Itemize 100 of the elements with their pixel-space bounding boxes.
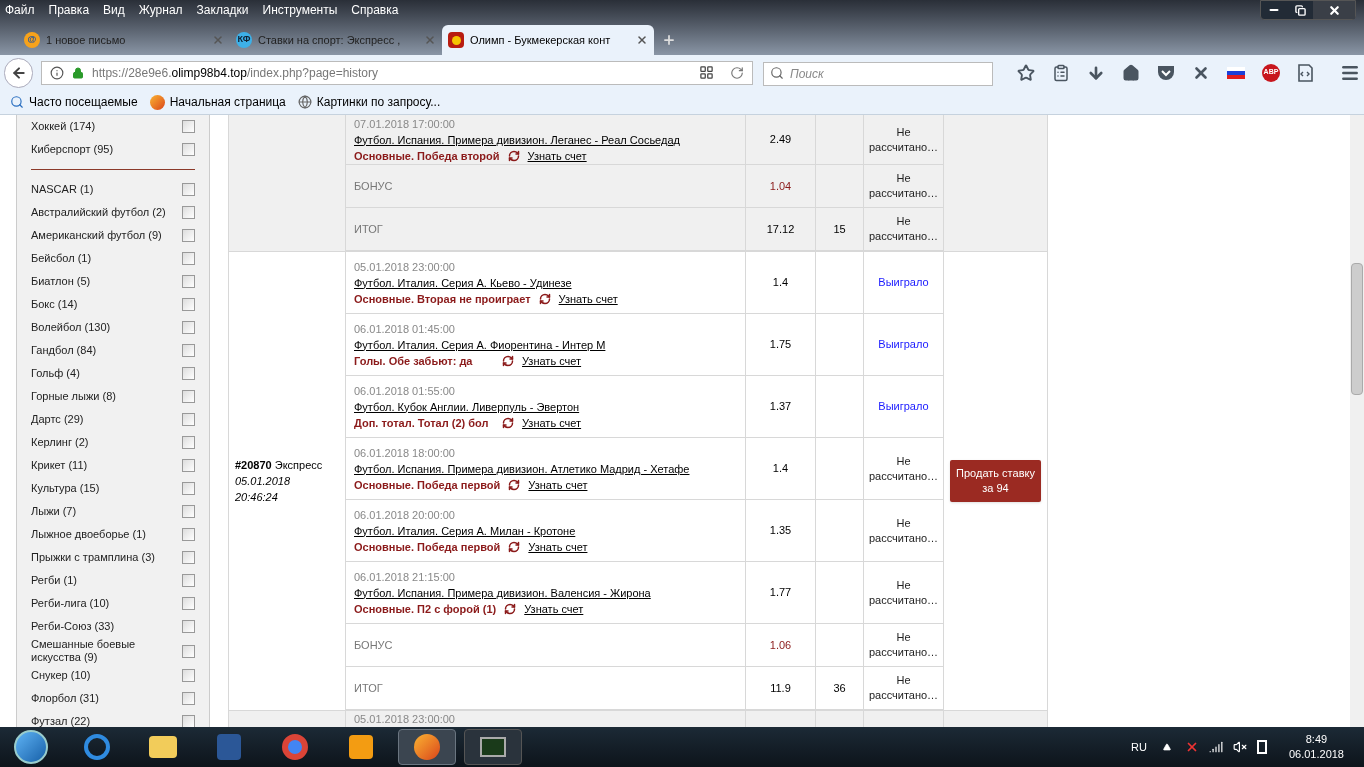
sport-filter-label: Бейсбол (1) [31,252,93,265]
menu-item[interactable]: Инструменты [262,1,338,19]
sport-checkbox[interactable] [182,692,195,705]
restore-icon [1294,4,1306,16]
sell-bet-button[interactable]: Продать ставку за 94 [950,460,1041,502]
event-link[interactable]: Футбол. Кубок Англии. Ливерпуль - Эвертон [354,398,745,415]
event-link[interactable]: Футбол. Испания. Примера дивизион. Валенсия - Жирона [354,584,745,601]
shield-icon[interactable] [1157,64,1175,81]
clock-date[interactable]: 06.01.2018 [1288,747,1344,762]
sport-checkbox[interactable] [182,143,195,156]
menu-item[interactable]: Вид [103,1,125,19]
monitor-icon[interactable] [464,729,522,765]
volume-muted-icon[interactable] [1232,740,1247,754]
market-label: Основные. П2 с форой (1) [354,601,497,617]
total-label: ИТОГ [354,221,383,237]
close-button[interactable] [1313,1,1355,19]
sport-checkbox[interactable] [182,413,195,426]
new-tab-icon[interactable] [662,33,676,47]
event-link[interactable]: Футбол. Испания. Примера дивизион. Леганес - Реал Сосьедад [354,131,745,148]
sport-checkbox[interactable] [182,390,195,403]
scrollbar-thumb[interactable] [1351,263,1363,395]
search-field[interactable]: Поиск [763,61,993,86]
sport-checkbox[interactable] [182,367,195,380]
bet-status: Выиграло [878,275,929,291]
bookmark-link[interactable]: Начальная страница [169,93,286,111]
sport-checkbox[interactable] [182,298,195,311]
home-icon[interactable] [1122,63,1140,82]
sport-filter-label: Культура (15) [31,482,101,495]
sport-filter-label: Бокс (14) [31,298,79,311]
sport-filter-label: Волейбол (130) [31,321,112,334]
start-button[interactable] [14,730,48,764]
firefox-icon[interactable] [398,729,456,765]
sport-checkbox[interactable] [182,436,195,449]
sport-checkbox[interactable] [182,528,195,541]
sport-checkbox[interactable] [182,482,195,495]
sport-filter-label: Киберспорт (95) [31,143,115,156]
address-bar[interactable]: https://28e9e6.olimp98b4.top/index.php?page=history [41,60,753,85]
bet-status: Не рассчитано… [867,673,940,703]
coefficient: 1.35 [769,523,792,539]
sport-checkbox[interactable] [182,459,195,472]
menu-item[interactable]: Правка [48,1,90,19]
event-link[interactable]: Футбол. Испания. Примера дивизион. Атлетико Мадрид - Хетафе [354,460,745,477]
sport-checkbox[interactable] [182,715,195,727]
event-link[interactable]: Футбол. Италия. Серия А. Милан - Кротоне [354,522,745,539]
sport-checkbox[interactable] [182,229,195,242]
score-link[interactable]: Узнать счет [528,476,588,493]
sport-checkbox[interactable] [182,574,195,587]
grid-icon[interactable] [699,65,714,80]
bet-status: Не рассчитано… [867,577,940,608]
reload-icon[interactable] [730,65,744,80]
sport-checkbox[interactable] [182,120,195,133]
event-date: 06.01.2018 18:00:00 [354,445,456,461]
event-link[interactable]: Футбол. Италия. Серия А. Кьево - Удинезе [354,274,745,291]
sport-checkbox[interactable] [182,206,195,219]
event-link[interactable]: Футбол. Италия. Серия А. Фиорентина - Интер М [354,336,745,353]
refresh-icon [502,416,514,429]
tray-expand-icon[interactable] [1162,743,1171,751]
browser-tab[interactable]: КФ Ставки на спорт: Экспресс , [230,25,442,55]
sport-checkbox[interactable] [182,344,195,357]
refresh-icon [508,478,521,491]
score-link[interactable]: Узнать счет [522,352,582,369]
close-icon[interactable] [636,34,648,46]
sport-checkbox[interactable] [182,644,195,658]
bet-status: Не рассчитано… [867,214,940,244]
score-link[interactable]: Узнать счет [522,414,582,431]
score-link[interactable]: Узнать счет [527,147,587,164]
signal-icon[interactable] [1208,740,1223,754]
script-icon[interactable] [1297,63,1313,82]
sport-checkbox[interactable] [182,275,195,288]
market-label: Основные. Победа первой [354,477,501,493]
reading-list-icon[interactable] [1052,63,1070,82]
sport-checkbox[interactable] [182,252,195,265]
score-link[interactable]: Узнать счет [528,538,588,555]
score-link[interactable]: Узнать счет [558,290,618,307]
refresh-icon [504,602,517,615]
sport-filter-label: Регби-лига (10) [31,597,111,610]
bet-status: Не рассчитано… [867,515,940,546]
menu-item[interactable]: Файл [5,1,35,19]
bookmark-link[interactable]: Часто посещаемые [29,93,138,111]
menu-item[interactable]: Журнал [138,1,183,19]
back-button[interactable] [4,57,34,88]
bookmark-link[interactable]: Картинки по запросу... [316,93,441,111]
browser-tab[interactable]: @ 1 новое письмо [18,25,230,55]
menu-item[interactable]: Закладки [196,1,249,19]
sport-checkbox[interactable] [182,321,195,334]
sport-checkbox[interactable] [182,620,195,633]
sport-checkbox[interactable] [182,597,195,610]
sport-checkbox[interactable] [182,551,195,564]
clock-time[interactable]: 8:49 [1305,732,1328,747]
bet-date: 05.01.2018 [235,474,292,489]
sport-checkbox[interactable] [182,669,195,682]
browser-tab[interactable]: Олимп - Букмекерская конт [442,25,654,55]
flag-icon[interactable] [1227,66,1245,79]
sport-checkbox[interactable] [182,505,195,518]
menu-item[interactable]: Справка [351,1,399,19]
language-indicator[interactable]: RU [1131,738,1147,756]
event-date: 05.01.2018 23:00:00 [354,712,456,727]
score-link[interactable]: Узнать счет [524,600,584,617]
sport-checkbox[interactable] [182,183,195,196]
bookmark-star-icon[interactable] [1017,63,1035,82]
